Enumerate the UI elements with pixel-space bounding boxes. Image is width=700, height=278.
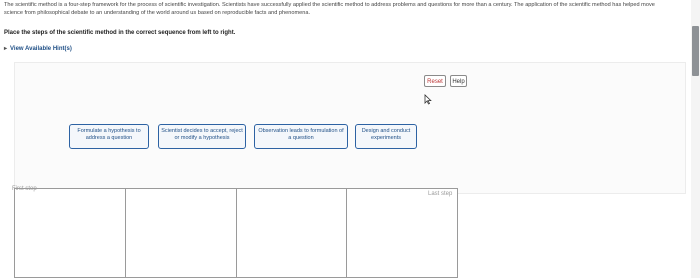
drop-slot-3[interactable]	[235, 188, 347, 278]
drop-slot-2[interactable]	[124, 188, 236, 278]
hints-label: View Available Hint(s)	[10, 45, 72, 52]
step-card-formulate-hypothesis[interactable]: Formulate a hypothesis to address a ques…	[69, 124, 149, 149]
help-button[interactable]: Help	[450, 75, 467, 87]
drop-slot-1[interactable]	[14, 188, 125, 278]
step-card-accept-reject-hypothesis[interactable]: Scientist decides to accept, reject or m…	[158, 124, 246, 149]
expand-triangle-icon: ▸	[4, 46, 8, 52]
instruction-text: Place the steps of the scientific method…	[4, 30, 236, 36]
mouse-cursor-icon	[424, 94, 432, 105]
vertical-scrollbar[interactable]	[691, 0, 700, 278]
last-step-label: Last step	[428, 191, 453, 197]
reset-button[interactable]: Reset	[424, 75, 446, 87]
step-card-observation-question[interactable]: Observation leads to formulation of a qu…	[254, 124, 348, 149]
sequence-slots	[14, 188, 458, 278]
intro-text: The scientific method is a four-step fra…	[4, 2, 655, 16]
first-step-label: First step	[12, 186, 37, 192]
view-hints-toggle[interactable]: ▸ View Available Hint(s)	[4, 45, 72, 53]
step-card-design-experiments[interactable]: Design and conduct experiments	[355, 124, 417, 149]
drop-slot-4[interactable]	[346, 188, 458, 278]
scrollbar-thumb[interactable]	[692, 26, 699, 76]
